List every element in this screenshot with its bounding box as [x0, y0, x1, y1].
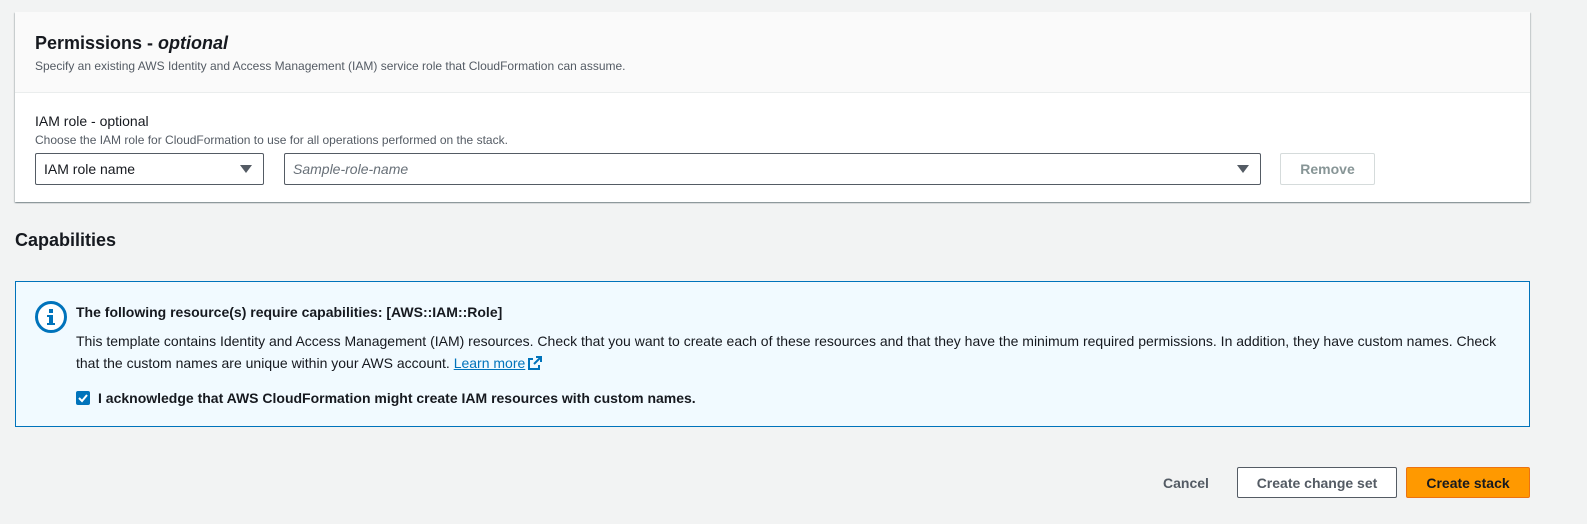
- create-stack-button[interactable]: Create stack: [1406, 467, 1530, 498]
- permissions-title: Permissions - optional: [35, 32, 1510, 54]
- caret-down-icon: [240, 165, 252, 173]
- capabilities-alert-body: This template contains Identity and Acce…: [76, 333, 1497, 371]
- iam-role-label: IAM role - optional: [35, 113, 149, 129]
- capabilities-alert-title: The following resource(s) require capabi…: [76, 304, 503, 320]
- capabilities-heading: Capabilities: [15, 230, 117, 250]
- capabilities-alert-text: This template contains Identity and Acce…: [76, 330, 1516, 376]
- iam-role-name-placeholder: Sample-role-name: [293, 161, 409, 177]
- acknowledge-label[interactable]: I acknowledge that AWS CloudFormation mi…: [98, 390, 696, 406]
- acknowledge-checkbox[interactable]: [76, 391, 90, 405]
- caret-down-icon: [1237, 165, 1249, 173]
- acknowledge-row: I acknowledge that AWS CloudFormation mi…: [76, 390, 696, 406]
- capabilities-alert: The following resource(s) require capabi…: [15, 281, 1530, 427]
- external-link-icon[interactable]: [528, 354, 543, 376]
- permissions-panel: Permissions - optional Specify an existi…: [15, 12, 1530, 202]
- learn-more-link[interactable]: Learn more: [454, 355, 526, 371]
- permissions-title-text: Permissions -: [35, 33, 159, 53]
- iam-role-type-value: IAM role name: [44, 161, 136, 177]
- page: Permissions - optional Specify an existi…: [0, 0, 1587, 524]
- iam-role-row: IAM role name Sample-role-name Remove: [35, 153, 1510, 185]
- remove-button[interactable]: Remove: [1280, 153, 1375, 185]
- permissions-description: Specify an existing AWS Identity and Acc…: [35, 59, 626, 73]
- iam-role-type-select[interactable]: IAM role name: [35, 153, 264, 185]
- cancel-button[interactable]: Cancel: [1150, 467, 1222, 498]
- iam-role-description: Choose the IAM role for CloudFormation t…: [35, 133, 508, 147]
- permissions-title-optional: optional: [158, 33, 229, 53]
- iam-role-field: IAM role - optional Choose the IAM role …: [15, 93, 1530, 185]
- info-icon: [35, 301, 67, 333]
- create-change-set-button[interactable]: Create change set: [1237, 467, 1397, 498]
- permissions-header: Permissions - optional Specify an existi…: [15, 12, 1530, 93]
- iam-role-name-select[interactable]: Sample-role-name: [284, 153, 1261, 185]
- check-icon: [78, 394, 88, 403]
